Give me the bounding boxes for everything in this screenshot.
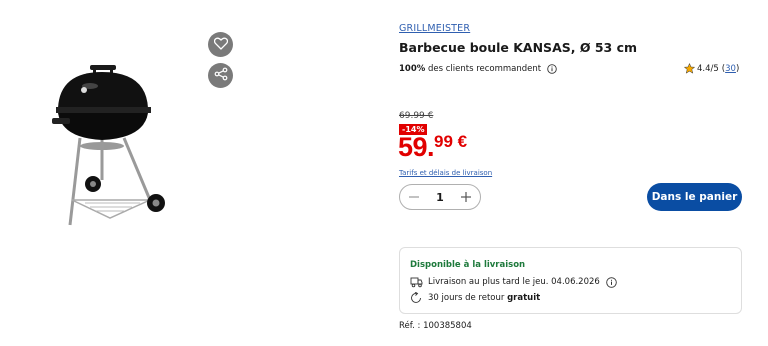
price-cents: 99 €	[434, 132, 468, 151]
product-reference: Réf. : 100385804	[399, 321, 472, 331]
review-count[interactable]: 30	[725, 64, 736, 74]
product-title: Barbecue boule KANSAS, Ø 53 cm	[399, 40, 638, 55]
recommend-text: des clients recommandent	[425, 64, 542, 74]
heart-icon	[213, 35, 228, 54]
delivery-info-icon[interactable]	[606, 276, 617, 288]
rating-value: 4.4/5	[697, 63, 719, 74]
star-icon	[684, 63, 695, 74]
recommend-pct: 100%	[399, 64, 426, 74]
delivery-box: Disponible à la livraison Livraison au p…	[399, 247, 742, 314]
truck-icon	[410, 276, 423, 288]
shipping-link[interactable]: Tarifs et délais de livraison	[399, 169, 492, 177]
wishlist-button[interactable]	[208, 32, 233, 57]
share-icon	[214, 66, 228, 85]
quantity-stepper[interactable]: 1	[399, 184, 481, 210]
add-to-cart-button[interactable]: Dans le panier	[647, 183, 742, 211]
return-row: 30 jours de retour gratuit	[410, 292, 540, 304]
price-main: 59.	[398, 132, 435, 162]
availability-status: Disponible à la livraison	[410, 260, 526, 270]
share-button[interactable]	[208, 63, 233, 88]
rating[interactable]: 4.4/5 (30)	[684, 63, 739, 74]
recommendation: 100% des clients recommandent	[399, 64, 557, 74]
return-text: 30 jours de retour	[428, 293, 508, 303]
return-free: gratuit	[507, 293, 541, 303]
delivery-date-row: Livraison au plus tard le jeu. 04.06.202…	[410, 276, 617, 288]
delivery-date: Livraison au plus tard le jeu. 04.06.202…	[428, 277, 600, 287]
return-icon	[410, 292, 423, 304]
product-image	[50, 60, 180, 230]
brand-link[interactable]: GRILLMEISTER	[399, 23, 470, 34]
info-icon[interactable]	[547, 64, 557, 74]
review-count-wrapper[interactable]: (30)	[722, 64, 739, 74]
old-price: 69.99 €	[399, 111, 434, 121]
minus-icon[interactable]	[408, 191, 420, 203]
current-price: 59.99 €	[398, 132, 467, 163]
plus-icon[interactable]	[460, 191, 472, 203]
quantity-value[interactable]: 1	[436, 191, 444, 204]
